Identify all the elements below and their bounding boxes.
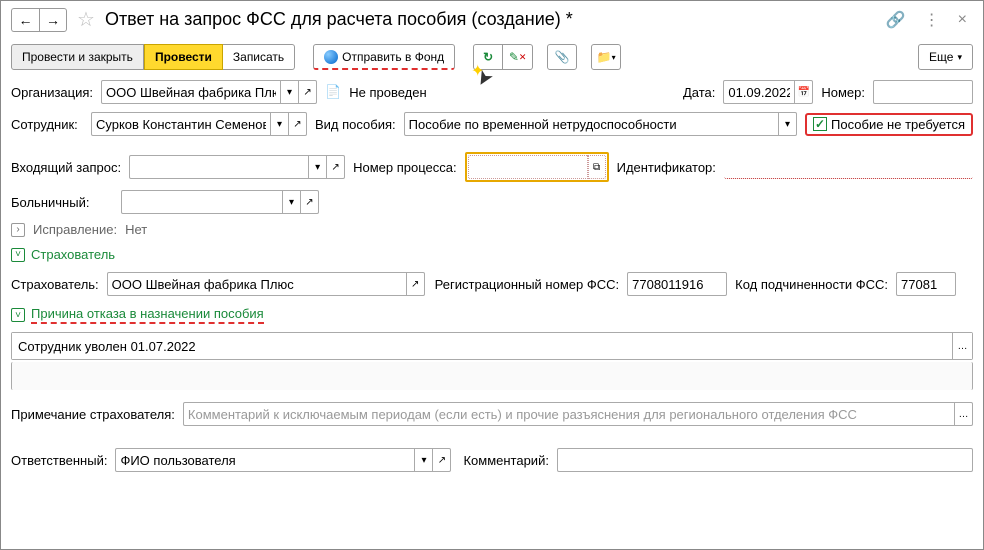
attach-button[interactable]: 📎 — [547, 44, 577, 70]
check-icon: ✓ — [813, 117, 827, 131]
process-highlight: ⧉ — [465, 152, 609, 182]
doc-icon: 📄 — [325, 84, 341, 100]
date-field[interactable]: 📅 — [723, 80, 813, 104]
incoming-combo[interactable]: ▾ ↗ — [129, 155, 345, 179]
sick-input[interactable] — [121, 190, 283, 214]
reg-label: Регистрационный номер ФСС: — [435, 277, 619, 292]
insurer-section-header[interactable]: ˅ Страхователь — [1, 241, 983, 268]
dropdown-icon[interactable]: ▾ — [271, 112, 289, 136]
globe-icon — [324, 50, 338, 64]
number-label: Номер: — [821, 85, 865, 100]
more-button[interactable]: Еще ▾ — [918, 44, 973, 70]
calendar-icon[interactable]: 📅 — [795, 80, 813, 104]
resp-combo[interactable]: ▾ ↗ — [115, 448, 455, 472]
note-combo[interactable]: … — [183, 402, 973, 426]
send-to-fund-button[interactable]: Отправить в Фонд — [313, 44, 455, 70]
org-input[interactable] — [101, 80, 281, 104]
menu-icon[interactable]: ⋮ — [924, 10, 940, 30]
status-label: Не проведен — [349, 85, 426, 100]
reg-input[interactable] — [627, 272, 727, 296]
open-icon[interactable]: ↗ — [433, 448, 451, 472]
benefit-type-input[interactable] — [404, 112, 779, 136]
benefit-not-required-checkbox[interactable]: ✓ Пособие не требуется — [805, 113, 973, 136]
emp-combo[interactable]: ▾ ↗ — [91, 112, 307, 136]
insurer-label: Страхователь: — [11, 277, 99, 292]
note-input[interactable] — [183, 402, 955, 426]
folder-button[interactable]: 📁▾ — [591, 44, 621, 70]
resp-input[interactable] — [115, 448, 415, 472]
incoming-label: Входящий запрос: — [11, 160, 121, 175]
open-icon[interactable]: ↗ — [289, 112, 307, 136]
open-icon[interactable]: ↗ — [327, 155, 345, 179]
emp-input[interactable] — [91, 112, 271, 136]
post-and-close-button[interactable]: Провести и закрыть — [11, 44, 144, 70]
number-input[interactable] — [873, 80, 973, 104]
date-input[interactable] — [723, 80, 795, 104]
comment-label: Комментарий: — [463, 453, 549, 468]
chevron-down-icon: ˅ — [11, 308, 25, 322]
process-combo[interactable]: ⧉ — [468, 155, 606, 179]
process-label: Номер процесса: — [353, 160, 457, 175]
dropdown-icon[interactable]: ▾ — [283, 190, 301, 214]
incoming-input[interactable] — [129, 155, 309, 179]
cancel-edit-button[interactable]: ✎✕ — [503, 44, 533, 70]
insurer-combo[interactable]: ↗ — [107, 272, 427, 296]
resp-label: Ответственный: — [11, 453, 107, 468]
dropdown-icon[interactable]: ▾ — [281, 80, 299, 104]
open-icon[interactable]: ↗ — [301, 190, 319, 214]
dropdown-icon[interactable]: ▾ — [415, 448, 433, 472]
insurer-input[interactable] — [107, 272, 407, 296]
save-button[interactable]: Записать — [223, 44, 295, 70]
reason-textarea[interactable]: … — [11, 332, 973, 360]
comment-input[interactable] — [557, 448, 973, 472]
process-input[interactable] — [468, 155, 588, 179]
emp-label: Сотрудник: — [11, 117, 83, 132]
forward-button[interactable]: → — [39, 8, 67, 32]
reason-input[interactable] — [12, 333, 952, 359]
sick-combo[interactable]: ▾ ↗ — [121, 190, 319, 214]
reason-textarea-ext — [11, 362, 973, 390]
benefit-type-label: Вид пособия: — [315, 117, 396, 132]
ellipsis-button[interactable]: … — [952, 333, 972, 359]
fix-value: Нет — [125, 222, 147, 237]
open-icon[interactable]: ↗ — [407, 272, 425, 296]
chevron-down-icon: ˅ — [11, 248, 25, 262]
code-input[interactable] — [896, 272, 956, 296]
id-label: Идентификатор: — [617, 160, 716, 175]
reason-section-header[interactable]: ˅ Причина отказа в назначении пособия — [1, 300, 983, 330]
link-icon[interactable]: 🔗 — [886, 10, 906, 30]
dropdown-icon[interactable]: ▾ — [309, 155, 327, 179]
page-title: Ответ на запрос ФСС для расчета пособия … — [105, 9, 874, 30]
favorite-icon[interactable]: ☆ — [77, 7, 95, 32]
fix-label: Исправление: — [33, 222, 117, 237]
open-icon[interactable]: ↗ — [299, 80, 317, 104]
post-button[interactable]: Провести — [144, 44, 223, 70]
org-label: Организация: — [11, 85, 93, 100]
benefit-type-combo[interactable]: ▾ — [404, 112, 797, 136]
sick-label: Больничный: — [11, 195, 113, 210]
refresh-button[interactable]: ↻ — [473, 44, 503, 70]
id-input[interactable] — [724, 155, 973, 179]
close-icon[interactable]: × — [958, 11, 967, 29]
back-button[interactable]: ← — [11, 8, 39, 32]
org-combo[interactable]: ▾ ↗ — [101, 80, 317, 104]
ellipsis-button[interactable]: … — [955, 402, 973, 426]
code-label: Код подчиненности ФСС: — [735, 277, 888, 292]
dropdown-icon[interactable]: ▾ — [779, 112, 797, 136]
copy-icon[interactable]: ⧉ — [588, 155, 606, 179]
date-label: Дата: — [683, 85, 715, 100]
expand-icon[interactable]: › — [11, 223, 25, 237]
note-label: Примечание страхователя: — [11, 407, 175, 422]
